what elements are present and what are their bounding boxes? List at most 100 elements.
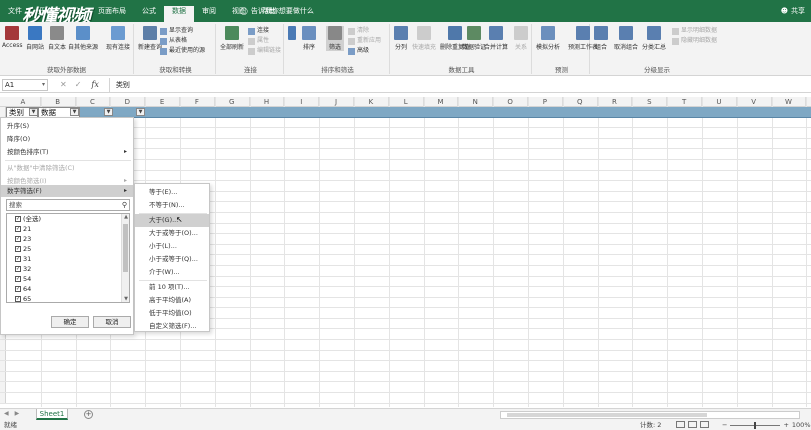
recent-sources-button[interactable]: 最近使用的源 [160, 46, 205, 56]
ribbon-tab-3[interactable]: 页面布局 [90, 6, 134, 22]
checkbox-checked-icon[interactable]: ✓ [15, 296, 21, 302]
sort-descending-item[interactable]: 降序(O) [1, 133, 133, 145]
sort-ascending-item[interactable]: 升序(S) [1, 120, 133, 132]
connections-button[interactable]: 连接 [248, 26, 281, 36]
ribbon-tab-4[interactable]: 公式 [134, 6, 164, 22]
row-header[interactable] [0, 382, 6, 393]
column-header-n[interactable]: N [458, 97, 494, 107]
column-header-k[interactable]: K [354, 97, 389, 107]
checkbox-checked-icon[interactable]: ✓ [15, 286, 21, 292]
column-header-o[interactable]: O [493, 97, 528, 107]
column-header-h[interactable]: H [250, 97, 285, 107]
show-queries-button[interactable]: 显示查询 [160, 26, 205, 36]
number-filter-option[interactable]: 低于平均值(O) [135, 307, 209, 320]
existing-connections-button[interactable]: 现有连接 [106, 26, 130, 51]
column-header-p[interactable]: P [528, 97, 563, 107]
check-icon[interactable]: ✓ [75, 80, 82, 89]
column-header-c[interactable]: C [76, 97, 111, 107]
filter-dropdown-b[interactable]: ▼ [70, 108, 79, 116]
checkbox-checked-icon[interactable]: ✓ [15, 226, 21, 232]
edit-links-button[interactable]: 编辑链接 [248, 46, 281, 56]
number-filter-option[interactable]: 大于(G)... [135, 214, 209, 227]
column-header-d[interactable]: D [110, 97, 146, 107]
text-to-columns-button[interactable]: 分列 [394, 26, 408, 51]
properties-button[interactable]: 属性 [248, 36, 281, 46]
filter-check-item[interactable]: ✓ 25 [7, 244, 129, 254]
filter-check-item[interactable]: ✓ 54 [7, 274, 129, 284]
new-query-button[interactable]: 新建查询 [138, 26, 162, 51]
filter-check-item[interactable]: ✓ 65 [7, 294, 129, 302]
number-filter-option[interactable]: 前 10 项(T)... [135, 281, 209, 294]
refresh-all-button[interactable]: 全部刷新 [220, 26, 244, 51]
filter-check-item[interactable]: ✓ 64 [7, 284, 129, 294]
next-sheet-icon[interactable]: ▶ [15, 410, 20, 417]
filter-check-item[interactable]: ✓ 21 [7, 224, 129, 234]
chevron-up-icon[interactable]: ▲ [122, 214, 129, 220]
list-scrollbar[interactable]: ▲ ▼ [121, 214, 129, 302]
show-detail-button[interactable]: 显示明细数据 [672, 26, 717, 36]
filter-dropdown-c[interactable]: ▼ [104, 108, 113, 116]
row-header[interactable] [0, 350, 6, 361]
what-if-button[interactable]: 模拟分析 [536, 26, 560, 51]
column-header-m[interactable]: M [424, 97, 459, 107]
column-header-v[interactable]: V [737, 97, 772, 107]
column-header-i[interactable]: I [284, 97, 320, 107]
add-sheet-icon[interactable]: + [84, 410, 93, 419]
horizontal-scrollbar[interactable] [500, 411, 800, 419]
column-header-l[interactable]: L [389, 97, 424, 107]
name-box[interactable]: A1 ▾ [2, 78, 48, 91]
column-header-g[interactable]: G [215, 97, 250, 107]
filter-dropdown-d[interactable]: ▼ [136, 108, 145, 116]
scroll-thumb[interactable] [507, 413, 707, 417]
clear-filter-button[interactable]: 清除 [348, 26, 381, 36]
number-filter-option[interactable]: 不等于(N)... [135, 199, 209, 212]
page-layout-icon[interactable] [688, 421, 697, 428]
filter-check-item[interactable]: ✓ 23 [7, 234, 129, 244]
filter-check-item[interactable]: ✓ 32 [7, 264, 129, 274]
ribbon-tab-5[interactable]: 数据 [164, 6, 194, 22]
filter-check-item[interactable]: ✓ 31 [7, 254, 129, 264]
consolidate-button[interactable]: 合并计算 [484, 26, 508, 51]
filter-dropdown-a[interactable]: ▼ [29, 108, 38, 116]
sort-az-button[interactable] [288, 26, 296, 42]
checkbox-checked-icon[interactable]: ✓ [15, 216, 21, 222]
column-header-r[interactable]: R [598, 97, 633, 107]
cancel-button[interactable]: 取消 [93, 316, 131, 328]
row-header[interactable] [0, 361, 6, 371]
share-button[interactable]: ☻ 共享 [781, 6, 805, 16]
zoom-in-icon[interactable]: + [783, 420, 788, 430]
advanced-filter-button[interactable]: 高级 [348, 46, 381, 56]
clear-filter-item[interactable]: 从"数据"中清除筛选(C) [1, 162, 133, 174]
checkbox-checked-icon[interactable]: ✓ [15, 276, 21, 282]
group-button[interactable]: 组合 [594, 26, 608, 51]
filter-check-item[interactable]: ✓ (全选) [7, 214, 129, 224]
checkbox-checked-icon[interactable]: ✓ [15, 266, 21, 272]
from-text-button[interactable]: 自文本 [48, 26, 66, 51]
zoom-out-icon[interactable]: − [722, 420, 727, 430]
from-web-button[interactable]: 自网站 [26, 26, 44, 51]
ok-button[interactable]: 确定 [51, 316, 89, 328]
number-filter-option[interactable]: 介于(W)... [135, 266, 209, 279]
formula-input[interactable]: 类别 [108, 77, 811, 92]
relationships-button[interactable]: 关系 [514, 26, 528, 51]
from-other-sources-button[interactable]: 自其他来源 [68, 26, 98, 51]
filter-search-input[interactable]: 搜索 ⚲ [6, 199, 130, 211]
chevron-down-icon[interactable]: ▼ [122, 296, 129, 302]
column-header-t[interactable]: T [667, 97, 702, 107]
number-filter-option[interactable]: 等于(E)... [135, 186, 209, 199]
data-validation-button[interactable]: 数据验证 [462, 26, 486, 51]
tell-me-box[interactable]: ◯ 告诉我你想要做什么 [240, 6, 314, 16]
number-filter-option[interactable]: 高于平均值(A) [135, 294, 209, 307]
column-header-b[interactable]: B [41, 97, 76, 107]
reapply-button[interactable]: 重新应用 [348, 36, 381, 46]
filter-button[interactable]: 筛选 [326, 26, 344, 51]
row-header[interactable] [0, 393, 6, 403]
sort-button[interactable]: 排序 [302, 26, 316, 51]
from-table-button[interactable]: 从表格 [160, 36, 205, 46]
scroll-thumb[interactable] [123, 224, 128, 272]
flash-fill-button[interactable]: 快速填充 [412, 26, 436, 51]
number-filter-option[interactable]: 自定义筛选(F)... [135, 320, 209, 333]
ungroup-button[interactable]: 取消组合 [614, 26, 638, 51]
column-header-e[interactable]: E [145, 97, 180, 107]
column-header-s[interactable]: S [632, 97, 668, 107]
